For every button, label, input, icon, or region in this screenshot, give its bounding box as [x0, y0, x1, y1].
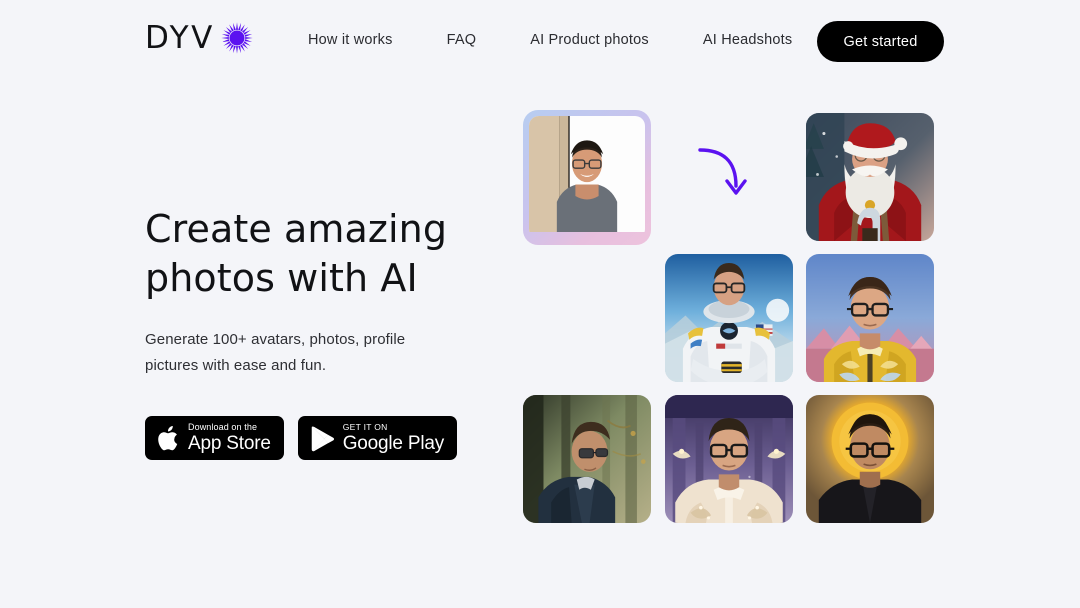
- source-photo-cell: [523, 110, 651, 245]
- page-title: Create amazing photos with AI: [145, 207, 448, 300]
- google-play-icon: [309, 425, 334, 452]
- hero-subtitle: Generate 100+ avatars, photos, profile p…: [145, 331, 406, 374]
- logo-text: DYV: [145, 19, 215, 56]
- store-badges: Download on the App Store GET IT ON Goog…: [145, 416, 505, 460]
- google-play-badge-small: GET IT ON: [342, 422, 388, 433]
- result-photo-palace[interactable]: [665, 395, 793, 523]
- nav-faq[interactable]: FAQ: [447, 32, 477, 48]
- app-store-badge-label: App Store: [188, 433, 271, 454]
- photo-gallery: [523, 110, 935, 526]
- result-photo-royal[interactable]: [806, 254, 934, 382]
- google-play-badge[interactable]: GET IT ON Google Play: [297, 416, 458, 460]
- transform-arrow-cell: [665, 113, 793, 241]
- google-play-badge-label: Google Play: [342, 432, 445, 454]
- curved-down-arrow-icon: [696, 140, 762, 215]
- nav-ai-product-photos[interactable]: AI Product photos: [530, 32, 649, 48]
- app-store-badge-small: Download on the: [188, 422, 258, 432]
- result-photo-astronaut[interactable]: [665, 254, 793, 382]
- landing-page: DYV How it works FAQ AI Product photos A…: [0, 0, 1080, 608]
- result-photo-royal-cell: [806, 254, 934, 382]
- result-photo-golden-cell: [806, 395, 934, 523]
- result-photo-santa[interactable]: [806, 113, 934, 241]
- logo[interactable]: DYV: [145, 21, 254, 55]
- result-photo-forest[interactable]: [523, 395, 651, 523]
- hero-section: Create amazing photos with AI Generate 1…: [145, 205, 505, 460]
- main-nav: How it works FAQ AI Product photos AI He…: [308, 32, 792, 48]
- source-photo-card[interactable]: [523, 110, 651, 245]
- nav-ai-headshots[interactable]: AI Headshots: [703, 32, 792, 48]
- result-photo-golden[interactable]: [806, 395, 934, 523]
- nav-how-it-works[interactable]: How it works: [308, 32, 393, 48]
- result-photo-astronaut-cell: [665, 254, 793, 382]
- site-header: DYV How it works FAQ AI Product photos A…: [0, 0, 1080, 84]
- purple-starburst-icon: [219, 21, 254, 55]
- apple-icon: [156, 425, 179, 452]
- get-started-button[interactable]: Get started: [817, 21, 944, 62]
- result-photo-palace-cell: [665, 395, 793, 523]
- app-store-badge[interactable]: Download on the App Store: [145, 416, 284, 460]
- result-photo-forest-cell: [523, 395, 651, 523]
- result-photo-santa-cell: [806, 113, 934, 241]
